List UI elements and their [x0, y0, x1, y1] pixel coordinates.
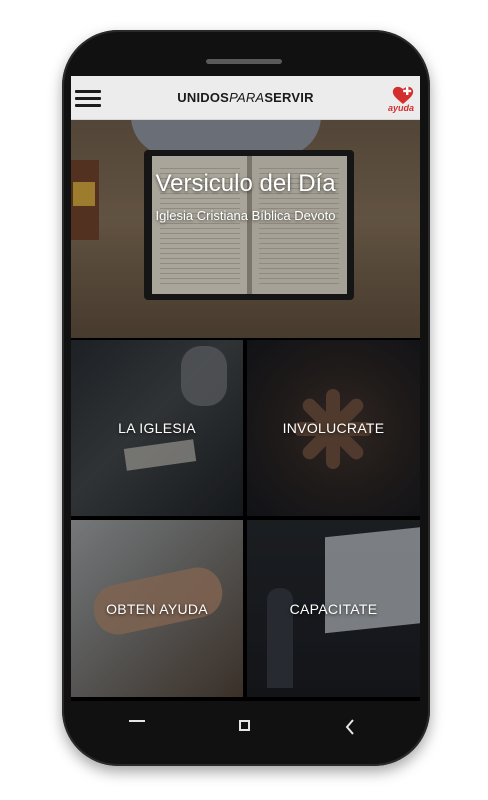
system-nav-bar — [71, 701, 420, 753]
brand-suffix: SERVIR — [264, 90, 314, 105]
hero-subtitle: Iglesia Cristiana Bíblica Devoto — [155, 208, 336, 223]
tile-label: INVOLUCRATE — [282, 420, 385, 436]
verse-of-the-day-banner[interactable]: Versiculo del Día Iglesia Cristiana Bíbl… — [71, 120, 420, 338]
back-chevron-icon[interactable] — [339, 717, 363, 737]
app-screen: UNIDOSPARASERVIR ayuda Versiculo del Día… — [71, 76, 420, 701]
brand-prefix: UNIDOS — [177, 90, 230, 105]
hero-title: Versiculo del Día — [155, 170, 336, 197]
help-label: ayuda — [387, 103, 414, 113]
tile-involucrate[interactable]: INVOLUCRATE — [247, 340, 420, 516]
tile-capacitate[interactable]: CAPACITATE — [247, 520, 420, 697]
brand-middle: PARA — [229, 90, 265, 105]
heart-plus-icon — [392, 86, 414, 104]
phone-speaker — [206, 59, 282, 64]
hero-overlay — [71, 120, 420, 338]
app-title: UNIDOSPARASERVIR — [71, 90, 420, 105]
tile-la-iglesia[interactable]: LA IGLESIA — [71, 340, 243, 516]
tile-label: LA IGLESIA — [118, 420, 196, 436]
tile-label: OBTEN AYUDA — [106, 600, 208, 617]
tile-obten-ayuda[interactable]: OBTEN AYUDA — [71, 520, 243, 697]
tile-label: CAPACITATE — [289, 600, 378, 617]
help-button[interactable]: ayuda — [386, 85, 416, 113]
recent-apps-icon[interactable] — [127, 717, 151, 737]
home-square-icon[interactable] — [234, 717, 258, 737]
app-bar: UNIDOSPARASERVIR ayuda — [71, 76, 420, 120]
